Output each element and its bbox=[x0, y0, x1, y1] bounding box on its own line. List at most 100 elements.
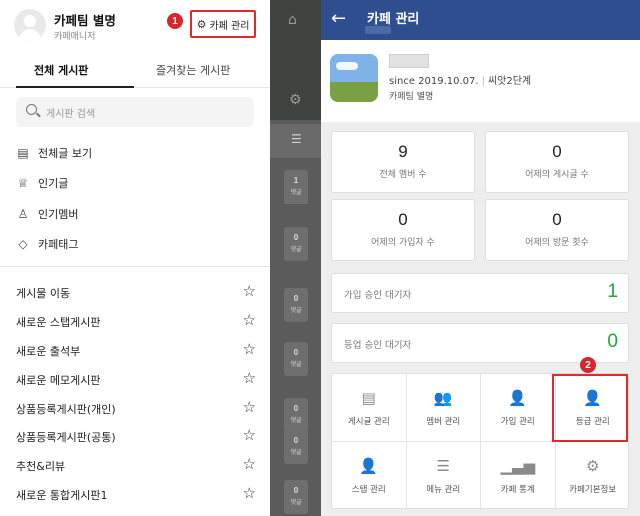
staff-icon: 👤 bbox=[359, 457, 379, 475]
manager-nickname: 카페팀 별명 bbox=[389, 92, 434, 102]
star-icon[interactable]: ☆ bbox=[243, 311, 256, 329]
cafe-manage-label: 카페 관리 bbox=[209, 20, 250, 32]
stat-label: 전체 멤버 수 bbox=[379, 170, 427, 180]
count-value: 0 bbox=[293, 294, 299, 303]
gear-icon: ⚙ bbox=[196, 17, 207, 31]
menu-cafe-tags[interactable]: ◇ 카페태그 bbox=[16, 234, 78, 254]
comment-count: 0 댓글 bbox=[284, 342, 308, 376]
staff-management-button[interactable]: 👤 스탭 관리 bbox=[332, 442, 407, 510]
count-label: 댓글 bbox=[290, 189, 302, 196]
board-item[interactable]: 새로운 메모게시판 ☆ bbox=[16, 369, 256, 389]
stat-label: 어제의 게시글 수 bbox=[525, 170, 589, 180]
pending-join-count: 1 bbox=[607, 281, 618, 302]
stat-yesterday-posts[interactable]: 0 어제의 게시글 수 bbox=[485, 131, 629, 193]
star-icon[interactable]: ☆ bbox=[243, 282, 256, 300]
count-value: 0 bbox=[293, 404, 299, 413]
menu-popular-posts[interactable]: ♕ 인기글 bbox=[16, 173, 69, 193]
menu-management-button[interactable]: ☰ 메뉴 관리 bbox=[407, 442, 481, 510]
menu-popular-members[interactable]: ♙ 인기멤버 bbox=[16, 204, 79, 224]
tab-favorite-boards[interactable]: 즐겨찾는 게시판 bbox=[156, 62, 230, 78]
drawer-header: 카페팀 별명 카페매니저 1 ⚙ 카페 관리 bbox=[0, 0, 270, 52]
member-management-button[interactable]: 👥 멤버 관리 bbox=[406, 374, 481, 442]
grade-user-icon: 👤 bbox=[583, 389, 603, 407]
cafe-basic-info-button[interactable]: ⚙ 카페기본정보 bbox=[556, 442, 631, 510]
board-item[interactable]: 추천&리뷰 ☆ bbox=[16, 455, 256, 475]
avatar[interactable] bbox=[14, 9, 46, 41]
tag-icon: ◇ bbox=[18, 237, 28, 251]
star-icon[interactable]: ☆ bbox=[243, 484, 256, 502]
dimmed-background-content[interactable]: ⌂ ⚙ ☰ 1 댓글 0 댓글 0 댓글 0 댓글 0 댓글 0 댓글 0 댓글 bbox=[270, 0, 321, 516]
menu-icon: ☰ bbox=[436, 457, 450, 475]
step-marker-2: 2 bbox=[580, 357, 596, 373]
cafe-info: since 2019.10.07. | 씨앗2단계 bbox=[389, 76, 532, 87]
cafe-nickname: 카페팀 별명 bbox=[54, 13, 116, 28]
tab-all-boards[interactable]: 전체 게시판 bbox=[34, 62, 88, 78]
search-placeholder: 게시판 검색 bbox=[46, 109, 96, 120]
star-icon[interactable]: ☆ bbox=[243, 369, 256, 387]
bar-chart-icon: ▁▃▅ bbox=[500, 457, 536, 475]
board-label: 새로운 스탭게시판 bbox=[16, 316, 101, 329]
count-value: 0 bbox=[293, 486, 299, 495]
cafe-statistics-button[interactable]: ▁▃▅ 카페 통계 bbox=[481, 442, 556, 510]
since-date: since 2019.10.07. bbox=[389, 76, 479, 87]
board-label: 상품등록게시판(공통) bbox=[16, 431, 116, 444]
menu-all-posts[interactable]: ▤ 전체글 보기 bbox=[16, 143, 92, 163]
menu-label: 카페태그 bbox=[38, 238, 79, 251]
side-drawer: 카페팀 별명 카페매니저 1 ⚙ 카페 관리 전체 게시판 즐겨찾는 게시판 게… bbox=[0, 0, 270, 516]
count-label: 댓글 bbox=[290, 499, 302, 506]
menu-label: 인기멤버 bbox=[38, 208, 79, 221]
stat-value: 0 bbox=[552, 142, 562, 161]
cafe-profile: since 2019.10.07. | 씨앗2단계 카페팀 별명 bbox=[321, 40, 640, 122]
cafe-role: 카페매니저 bbox=[54, 32, 96, 42]
count-label: 댓글 bbox=[290, 307, 302, 314]
join-management-button[interactable]: 👤 가입 관리 bbox=[481, 374, 556, 442]
menu-label: 인기글 bbox=[38, 177, 69, 190]
medal-icon: ♙ bbox=[17, 207, 29, 221]
grid-label: 멤버 관리 bbox=[426, 417, 461, 427]
count-value: 0 bbox=[293, 436, 299, 445]
star-icon[interactable]: ☆ bbox=[243, 398, 256, 416]
board-item[interactable]: 새로운 출석부 ☆ bbox=[16, 340, 256, 360]
star-icon[interactable]: ☆ bbox=[243, 455, 256, 473]
cafe-level: 씨앗2단계 bbox=[487, 76, 532, 87]
board-label: 추천&리뷰 bbox=[16, 460, 66, 473]
grade-management-button[interactable]: 👤 등급 관리 bbox=[555, 374, 630, 442]
divider bbox=[0, 266, 270, 267]
count-value: 0 bbox=[293, 233, 299, 242]
cafe-manage-button[interactable]: ⚙ 카페 관리 bbox=[190, 10, 256, 38]
grid-label: 스탭 관리 bbox=[351, 485, 386, 495]
stat-yesterday-visits[interactable]: 0 어제의 방문 횟수 bbox=[485, 199, 629, 261]
star-icon[interactable]: ☆ bbox=[243, 340, 256, 358]
stat-label: 어제의 방문 횟수 bbox=[525, 238, 589, 248]
board-label: 새로운 출석부 bbox=[16, 345, 81, 358]
grid-label: 등급 관리 bbox=[575, 417, 610, 427]
board-item[interactable]: 상품등록게시판(공통) ☆ bbox=[16, 426, 256, 446]
count-label: 댓글 bbox=[290, 417, 302, 424]
grid-label: 가입 관리 bbox=[500, 417, 535, 427]
post-management-button[interactable]: ▤ 게시글 관리 bbox=[332, 374, 407, 442]
app-bar: ← 카페 관리 bbox=[321, 0, 640, 40]
page-title: 카페 관리 bbox=[367, 12, 420, 27]
board-item[interactable]: 새로운 스탭게시판 ☆ bbox=[16, 311, 256, 331]
board-label: 새로운 메모게시판 bbox=[16, 374, 101, 387]
management-menu-grid: ▤ 게시글 관리 👥 멤버 관리 👤 가입 관리 👤 등급 관리 👤 스탭 관리… bbox=[331, 373, 631, 510]
stat-total-members[interactable]: 9 전체 멤버 수 bbox=[331, 131, 475, 193]
board-item[interactable]: 상품등록게시판(개인) ☆ bbox=[16, 398, 256, 418]
board-item[interactable]: 새로운 통합게시판1 ☆ bbox=[16, 484, 256, 504]
count-label: 댓글 bbox=[290, 449, 302, 456]
stat-yesterday-joins[interactable]: 0 어제의 가입자 수 bbox=[331, 199, 475, 261]
cafe-thumbnail[interactable] bbox=[330, 54, 378, 102]
grid-label: 카페 통계 bbox=[500, 485, 535, 495]
board-icon: ▤ bbox=[361, 389, 376, 407]
gear-icon: ⚙ bbox=[289, 92, 302, 108]
back-arrow-icon[interactable]: ← bbox=[331, 8, 353, 30]
stat-label: 어제의 가입자 수 bbox=[371, 238, 435, 248]
pending-join-approvals[interactable]: 가입 승인 대기자 1 bbox=[331, 273, 629, 313]
star-icon[interactable]: ☆ bbox=[243, 426, 256, 444]
stat-value: 0 bbox=[398, 210, 408, 229]
count-label: 댓글 bbox=[290, 361, 302, 368]
board-item[interactable]: 게시물 이동 ☆ bbox=[16, 282, 256, 302]
board-label: 새로운 통합게시판1 bbox=[16, 489, 108, 502]
redacted-cafe-name bbox=[389, 54, 429, 68]
board-search-input[interactable]: 게시판 검색 bbox=[16, 97, 254, 127]
